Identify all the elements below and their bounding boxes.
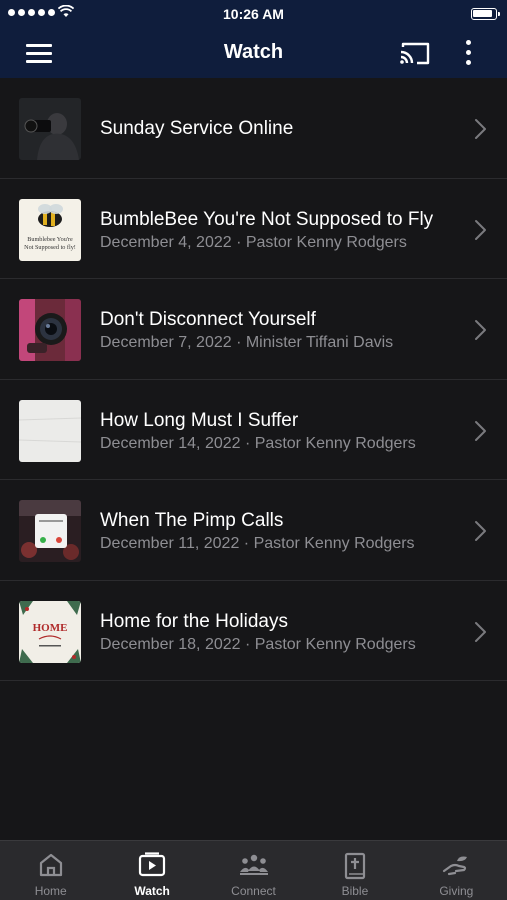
tab-connect[interactable]: Connect	[203, 841, 304, 900]
sermon-list: Sunday Service Online Bumblebee You're N…	[0, 78, 507, 681]
item-subtitle: December 7, 2022 · Minister Tiffani Davi…	[100, 334, 394, 351]
list-item[interactable]: HOME Home for the Holidays December 18, …	[0, 581, 507, 681]
item-subtitle: December 4, 2022 · Pastor Kenny Rodgers	[100, 233, 407, 251]
cast-icon[interactable]	[398, 39, 432, 67]
list-item[interactable]: When The Pimp Calls December 11, 2022 · …	[0, 480, 507, 581]
chevron-right-icon	[475, 521, 486, 541]
item-title: Home for the Holidays	[100, 610, 288, 632]
home-icon	[39, 853, 62, 877]
list-item[interactable]: Don't Disconnect Yourself December 7, 20…	[0, 279, 507, 380]
item-subtitle: December 11, 2022 · Pastor Kenny Rodgers	[100, 535, 415, 552]
camera-lens-thumbnail	[19, 299, 81, 361]
giving-hand-icon	[443, 856, 468, 876]
list-item-text: Home for the Holidays December 18, 2022 …	[100, 581, 459, 681]
tab-label: Giving	[439, 884, 474, 898]
status-time: 10:26 AM	[223, 6, 284, 22]
thumb-caption-1: Bumblebee You're	[27, 236, 73, 243]
item-title: Sunday Service Online	[100, 118, 294, 139]
chevron-right-icon	[475, 320, 486, 340]
chevron-right-icon	[475, 219, 486, 240]
bible-icon	[344, 852, 366, 880]
list-item-text: Don't Disconnect Yourself December 7, 20…	[100, 279, 459, 379]
thumb-caption-2: Not Supposed to fly!	[24, 244, 76, 251]
white-texture-thumbnail	[19, 399, 81, 462]
camera-operator-thumbnail	[19, 98, 81, 160]
group-icon	[239, 854, 268, 875]
item-subtitle: December 18, 2022 · Pastor Kenny Rodgers	[100, 635, 416, 653]
list-item[interactable]: Sunday Service Online	[0, 78, 507, 179]
nav-bar: Watch	[0, 28, 507, 78]
item-title: When The Pimp Calls	[100, 510, 284, 531]
holiday-wreath-thumbnail: HOME	[19, 600, 81, 663]
tab-label: Home	[34, 884, 67, 898]
list-item[interactable]: Bumblebee You're Not Supposed to fly! Bu…	[0, 179, 507, 279]
play-tv-icon	[139, 852, 166, 877]
list-item-text: How Long Must I Suffer December 14, 2022…	[100, 380, 459, 480]
list-item[interactable]: How Long Must I Suffer December 14, 2022…	[0, 380, 507, 480]
list-item-text: When The Pimp Calls December 11, 2022 · …	[100, 480, 459, 580]
item-subtitle: December 14, 2022 · Pastor Kenny Rodgers	[100, 434, 416, 452]
chevron-right-icon	[475, 420, 486, 441]
tab-bar: Home Watch Connect Bible Giving	[0, 840, 507, 900]
tab-home[interactable]: Home	[0, 841, 101, 900]
list-item-text: Sunday Service Online	[100, 78, 459, 178]
phone-call-thumbnail	[19, 500, 81, 562]
chevron-right-icon	[475, 621, 486, 642]
list-item-text: BumbleBee You're Not Supposed to Fly Dec…	[100, 179, 459, 279]
item-title: BumbleBee You're Not Supposed to Fly	[100, 208, 434, 230]
bumblebee-thumbnail: Bumblebee You're Not Supposed to fly!	[19, 198, 81, 261]
battery-icon	[471, 8, 500, 20]
tab-label: Bible	[341, 884, 369, 898]
more-vertical-icon[interactable]	[458, 38, 478, 68]
chevron-right-icon	[475, 119, 486, 139]
status-bar: 10:26 AM	[0, 0, 507, 28]
tab-giving[interactable]: Giving	[406, 841, 507, 900]
item-title: How Long Must I Suffer	[100, 409, 299, 431]
thumb-caption-home: HOME	[33, 622, 68, 634]
tab-label: Connect	[231, 884, 276, 898]
item-title: Don't Disconnect Yourself	[100, 309, 316, 330]
tab-label: Watch	[134, 884, 170, 898]
tab-watch[interactable]: Watch	[101, 841, 202, 900]
tab-bible[interactable]: Bible	[304, 841, 405, 900]
